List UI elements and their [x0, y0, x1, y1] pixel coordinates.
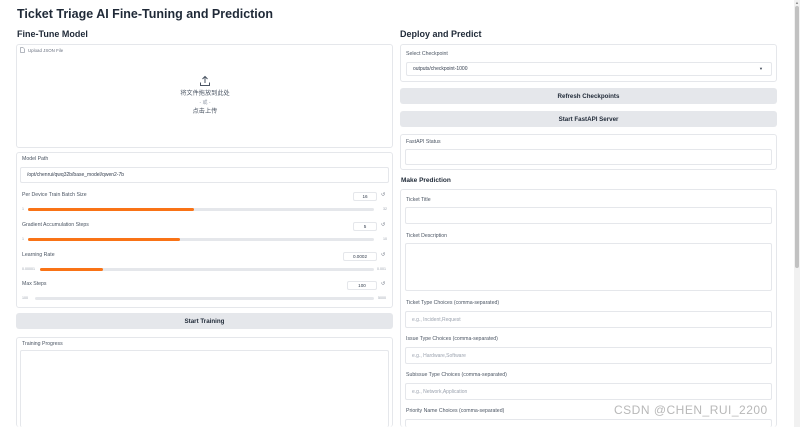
max-steps-slider[interactable]	[35, 297, 374, 300]
reset-icon[interactable]: ↺	[381, 222, 385, 228]
fine-tune-title: Fine-Tune Model	[17, 29, 88, 39]
training-progress-output	[20, 350, 389, 427]
scrollbar-thumb[interactable]	[795, 6, 799, 268]
file-icon	[20, 47, 25, 53]
priority-name-label: Priority Name Choices (comma-separated)	[406, 408, 505, 414]
reset-icon[interactable]: ↺	[381, 192, 385, 198]
reset-icon[interactable]: ↺	[381, 281, 385, 287]
slider-label: Gradient Accumulation Steps	[22, 222, 89, 228]
priority-name-input[interactable]	[405, 419, 772, 427]
ticket-description-label: Ticket Description	[406, 233, 448, 239]
chevron-down-icon: ▼	[759, 66, 763, 71]
page-scrollbar[interactable]: ▲	[794, 0, 800, 427]
ticket-title-label: Ticket Title	[406, 197, 431, 203]
make-prediction-title: Make Prediction	[401, 177, 451, 184]
model-path-input[interactable]: /opt/chenrui/qwq32b/base_model/qwen2-7b	[20, 167, 389, 183]
slider-label: Learning Rate	[22, 252, 55, 258]
ticket-title-input[interactable]	[405, 207, 772, 224]
slider-max: 5000	[378, 296, 386, 300]
reset-icon[interactable]: ↺	[381, 252, 385, 258]
upload-click-text[interactable]: 点击上传	[150, 107, 260, 117]
ticket-type-label: Ticket Type Choices (comma-separated)	[406, 300, 500, 306]
subissue-type-input[interactable]: e.g., Network,Application	[405, 383, 772, 400]
upload-label: Upload JSON File	[20, 47, 63, 53]
slider-max: 10	[383, 237, 387, 241]
checkpoint-value: outputs/checkpoint-1000	[413, 66, 468, 72]
slider-max: 32	[383, 207, 387, 211]
slider-min: 100	[22, 296, 28, 300]
page-title: Ticket Triage AI Fine-Tuning and Predict…	[17, 7, 274, 21]
grad-accum-number[interactable]: 5	[353, 222, 377, 231]
upload-drop-text: 将文件拖放到此处	[180, 90, 230, 97]
model-path-label: Model Path	[22, 156, 49, 162]
checkpoint-label: Select Checkpoint	[406, 51, 448, 57]
learning-rate-slider-fill	[40, 268, 104, 271]
upload-text-group: 将文件拖放到此处 - 或 - 点击上传	[150, 89, 260, 117]
slider-label: Per Device Train Batch Size	[22, 192, 87, 198]
status-output	[405, 149, 772, 165]
issue-type-input[interactable]: e.g., Hardware,Software	[405, 347, 772, 364]
learning-rate-number[interactable]: 0.0002	[343, 252, 377, 261]
grad-accum-slider-fill	[28, 238, 181, 241]
slider-min: 0.00001	[22, 267, 35, 271]
start-fastapi-button[interactable]: Start FastAPI Server	[400, 111, 777, 127]
deploy-title: Deploy and Predict	[400, 29, 482, 39]
start-training-button[interactable]: Start Training	[16, 313, 393, 329]
watermark: CSDN @CHEN_RUI_2200	[614, 403, 768, 417]
max-steps-number[interactable]: 100	[347, 281, 377, 290]
slider-min: 1	[22, 237, 24, 241]
slider-min: 1	[22, 207, 24, 211]
slider-label: Max Steps	[22, 281, 47, 287]
upload-icon	[200, 75, 210, 86]
batch-size-number[interactable]: 16	[353, 192, 377, 201]
training-progress-label: Training Progress	[22, 341, 63, 347]
checkpoint-select[interactable]: outputs/checkpoint-1000 ▼	[406, 62, 772, 76]
status-label: FastAPI Status	[406, 139, 441, 145]
refresh-checkpoints-button[interactable]: Refresh Checkpoints	[400, 88, 777, 104]
issue-type-label: Issue Type Choices (comma-separated)	[406, 336, 498, 342]
ticket-description-input[interactable]	[405, 243, 772, 291]
scroll-up-icon[interactable]: ▲	[795, 0, 799, 5]
upload-label-text: Upload JSON File	[28, 47, 64, 53]
slider-max: 0.001	[377, 267, 386, 271]
subissue-type-label: Subissue Type Choices (comma-separated)	[406, 372, 507, 378]
batch-size-slider-fill	[28, 208, 195, 211]
upload-or-text: - 或 -	[199, 100, 211, 106]
ticket-type-input[interactable]: e.g., Incident,Request	[405, 311, 772, 328]
